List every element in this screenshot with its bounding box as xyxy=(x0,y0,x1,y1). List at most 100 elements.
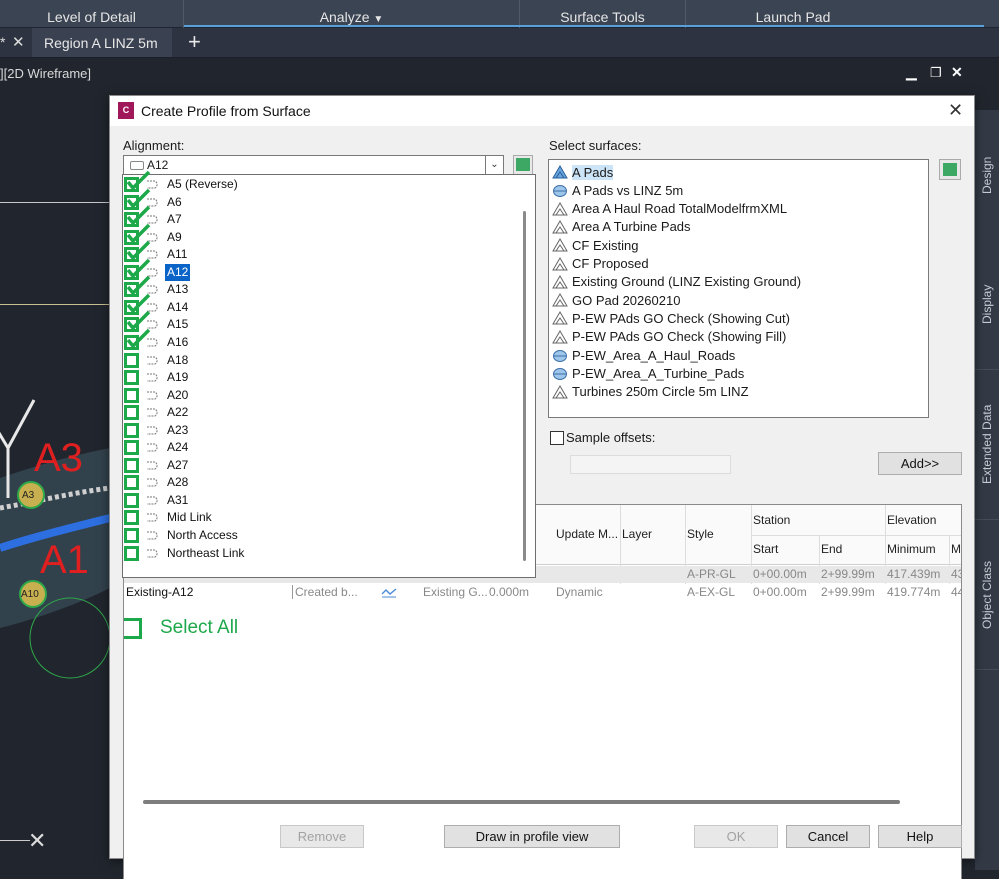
annotation-checkbox[interactable] xyxy=(124,440,139,456)
col-end[interactable]: End xyxy=(821,542,842,556)
dropdown-item[interactable]: A22 xyxy=(123,404,519,421)
pick-alignment-button[interactable] xyxy=(513,155,533,175)
dropdown-item[interactable]: A7 xyxy=(123,205,519,228)
col-minimum[interactable]: Minimum xyxy=(887,542,936,556)
surface-item[interactable]: CF Proposed xyxy=(552,255,649,273)
alignment-combo[interactable]: A12 ⌄ xyxy=(123,155,504,175)
cancel-button[interactable]: Cancel xyxy=(786,825,870,848)
col-update-mode[interactable]: Update M... xyxy=(556,527,618,541)
surface-item[interactable]: P-EW PAds GO Check (Showing Fill) xyxy=(552,328,786,346)
dropdown-item[interactable]: A11 xyxy=(123,240,519,263)
annotation-checkbox[interactable] xyxy=(124,545,139,561)
surface-item[interactable]: Area A Turbine Pads xyxy=(552,218,691,236)
restore-icon[interactable]: ❐ xyxy=(930,65,942,81)
select-all-checkbox[interactable] xyxy=(124,618,142,639)
sample-offsets-field[interactable] xyxy=(570,455,731,474)
tab-region-a[interactable]: Region A LINZ 5m xyxy=(32,28,172,57)
side-tab-design[interactable]: Design xyxy=(975,110,999,240)
alignment-dropdown-list[interactable]: A5 (Reverse) A6 A7 A9 A11 A12 A13 A14 A15 A16 A18 A… xyxy=(122,170,536,578)
surface-item[interactable]: CF Existing xyxy=(552,236,638,254)
annotation-checkbox[interactable] xyxy=(124,475,139,491)
side-tab-extended-data[interactable]: Extended Data xyxy=(975,370,999,520)
col-max[interactable]: M. xyxy=(951,542,961,556)
dropdown-item[interactable]: A18 xyxy=(123,352,519,369)
table-row[interactable]: Existing-A12 Created b... Existing G... … xyxy=(124,584,961,601)
dropdown-item[interactable]: A15 xyxy=(123,311,519,333)
dialog-title-bar[interactable]: C Create Profile from Surface ✕ xyxy=(110,96,974,126)
dropdown-item[interactable]: North Access xyxy=(123,527,519,544)
ribbon-tab-surface-tools[interactable]: Surface Tools xyxy=(520,0,686,28)
close-tab-icon[interactable]: ✕ xyxy=(12,33,25,51)
tin-surface-selected-icon xyxy=(552,165,568,179)
annotation-checkbox[interactable] xyxy=(124,492,139,508)
ribbon-tab-level-of-detail[interactable]: Level of Detail xyxy=(0,0,184,28)
surfaces-list[interactable]: A Pads A Pads vs LINZ 5m Area A Haul Road … xyxy=(548,159,929,418)
dropdown-item[interactable]: A31 xyxy=(123,492,519,509)
pick-surface-icon xyxy=(943,163,957,176)
dropdown-item[interactable]: A14 xyxy=(123,293,519,316)
side-tab-display[interactable]: Display xyxy=(975,240,999,370)
annotation-checkbox[interactable] xyxy=(124,352,139,368)
col-layer[interactable]: Layer xyxy=(622,527,652,541)
annotation-checkbox[interactable] xyxy=(124,405,139,421)
ribbon-tab-analyze[interactable]: Analyze ▼ xyxy=(184,0,520,28)
dropdown-item[interactable]: A5 (Reverse) xyxy=(123,170,519,193)
help-button[interactable]: Help xyxy=(878,825,962,848)
annotation-checkbox[interactable] xyxy=(124,370,139,386)
surface-item[interactable]: P-EW PAds GO Check (Showing Cut) xyxy=(552,309,790,327)
ribbon-tab-launch-pad[interactable]: Launch Pad xyxy=(686,0,900,28)
row-description[interactable]: Created b... xyxy=(292,585,358,599)
row-name[interactable]: Existing-A12 xyxy=(126,585,193,599)
surface-item[interactable]: P-EW_Area_A_Turbine_Pads xyxy=(552,364,744,382)
dropdown-item[interactable]: A6 xyxy=(123,188,519,211)
dropdown-item[interactable]: Northeast Link xyxy=(123,545,519,562)
dropdown-scrollbar[interactable] xyxy=(523,211,526,561)
combo-dropdown-arrow[interactable]: ⌄ xyxy=(485,156,503,174)
horizontal-scrollbar[interactable] xyxy=(143,800,900,804)
annotation-checkbox[interactable] xyxy=(124,510,139,526)
tin-surface-icon xyxy=(552,311,568,325)
surface-item[interactable]: A Pads xyxy=(552,163,614,181)
dropdown-item[interactable]: A19 xyxy=(123,369,519,386)
surface-item[interactable]: P-EW_Area_A_Haul_Roads xyxy=(552,346,735,364)
tin-surface-icon xyxy=(552,238,568,252)
pick-surface-button[interactable] xyxy=(939,159,961,180)
surface-item-label: A Pads xyxy=(572,164,614,180)
dialog-close-icon[interactable]: ✕ xyxy=(948,100,963,121)
surface-item[interactable]: Area A Haul Road TotalModelfrmXML xyxy=(552,200,787,218)
surface-item[interactable]: A Pads vs LINZ 5m xyxy=(552,181,683,199)
annotation-checkbox[interactable] xyxy=(124,422,139,438)
draw-in-profile-view-button[interactable]: Draw in profile view xyxy=(444,825,620,848)
viewport-marker-a10: A10 xyxy=(21,589,39,600)
dropdown-item[interactable]: A20 xyxy=(123,387,519,404)
minimize-icon[interactable]: ▁ xyxy=(906,64,917,81)
dropdown-item[interactable]: A16 xyxy=(123,328,519,351)
dropdown-item[interactable]: Mid Link xyxy=(123,509,519,526)
civil3d-app-icon: C xyxy=(118,102,134,119)
surface-item[interactable]: Turbines 250m Circle 5m LINZ xyxy=(552,383,749,401)
dropdown-item[interactable]: A27 xyxy=(123,457,519,474)
remove-button[interactable]: Remove xyxy=(280,825,364,848)
add-button[interactable]: Add>> xyxy=(878,452,962,475)
new-tab-plus-icon[interactable]: + xyxy=(188,29,201,55)
surface-item[interactable]: Existing Ground (LINZ Existing Ground) xyxy=(552,273,801,291)
dropdown-item[interactable]: A13 xyxy=(123,276,519,298)
col-start[interactable]: Start xyxy=(753,542,778,556)
close-viewport-icon[interactable]: ✕ xyxy=(951,64,963,81)
dropdown-item[interactable]: A23 xyxy=(123,422,519,439)
dropdown-item[interactable]: A12 xyxy=(123,258,519,281)
viewport-label[interactable]: ][2D Wireframe] xyxy=(0,66,91,81)
annotation-checkbox[interactable] xyxy=(124,457,139,473)
dropdown-item[interactable]: A24 xyxy=(123,439,519,456)
col-style[interactable]: Style xyxy=(687,527,714,541)
ok-button[interactable]: OK xyxy=(694,825,778,848)
surface-item[interactable]: GO Pad 20260210 xyxy=(552,291,680,309)
annotation-checkbox[interactable] xyxy=(124,387,139,403)
dropdown-item[interactable]: A9 xyxy=(123,223,519,246)
annotation-checkbox[interactable] xyxy=(124,528,139,543)
side-tab-object-class[interactable]: Object Class xyxy=(975,520,999,670)
dropdown-item-label: A7 xyxy=(167,212,182,227)
sample-offsets-checkbox[interactable] xyxy=(550,431,564,445)
dropdown-item[interactable]: A28 xyxy=(123,474,519,491)
tin-surface-icon xyxy=(552,293,568,307)
